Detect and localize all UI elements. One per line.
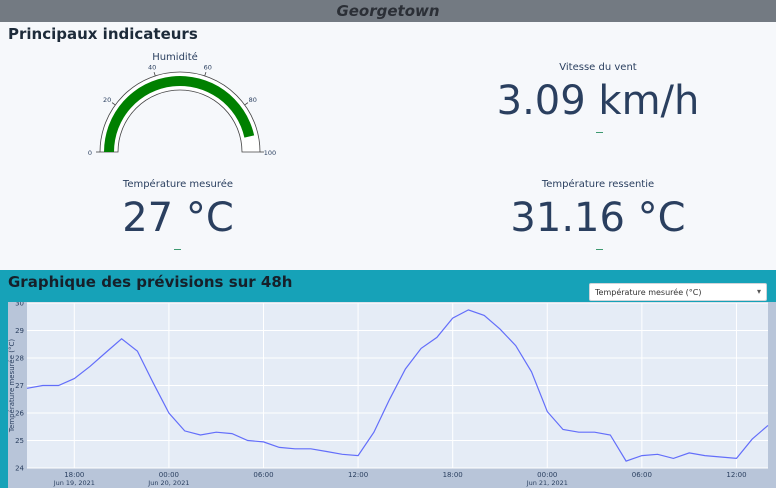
gauge-tick — [204, 71, 207, 77]
x-tick-label: 12:00 — [726, 471, 746, 479]
x-tick-label: 00:00 — [537, 471, 557, 479]
forecast-chart[interactable]: 2425262728293018:00Jun 19, 202100:00Jun … — [8, 302, 776, 488]
x-tick-date: Jun 20, 2021 — [147, 479, 189, 487]
gauge-tick-label: 20 — [103, 96, 111, 104]
city-name: Georgetown — [336, 2, 440, 20]
gauge-tick-label: 80 — [249, 96, 257, 104]
forecast-title: Graphique des prévisions sur 48h — [8, 273, 293, 291]
x-tick-label: 06:00 — [632, 471, 652, 479]
y-tick-label: 29 — [15, 327, 24, 335]
gauge-tick-label: 0 — [88, 149, 92, 157]
y-tick-label: 28 — [15, 355, 24, 363]
indicators-panel: Principaux indicateurs Humidité 0 20 40 60 8… — [0, 22, 776, 270]
x-tick-label: 06:00 — [253, 471, 273, 479]
city-header: Georgetown — [0, 0, 776, 22]
gauge-tick-label: 40 — [148, 63, 156, 71]
y-axis-title: Température mesurée (°C) — [8, 339, 16, 433]
y-tick-label: 30 — [15, 302, 24, 308]
temp-felt-delta — [596, 249, 603, 250]
wind-delta — [596, 132, 603, 133]
y-tick-label: 25 — [15, 437, 24, 445]
wind-label: Vitesse du vent — [559, 62, 637, 73]
x-tick-label: 12:00 — [348, 471, 368, 479]
y-tick-label: 26 — [15, 410, 24, 418]
x-tick-label: 00:00 — [159, 471, 179, 479]
x-tick-label: 18:00 — [64, 471, 84, 479]
y-tick-label: 27 — [15, 382, 24, 390]
temp-measured-label: Température mesurée — [122, 179, 234, 190]
y-tick-label: 24 — [15, 465, 24, 473]
humidity-gauge: 0 20 40 60 80 100 — [88, 63, 276, 157]
gauge-tick-label: 60 — [204, 63, 212, 71]
x-tick-date: Jun 21, 2021 — [526, 479, 568, 487]
gauge-tick — [244, 102, 249, 106]
indicators-title: Principaux indicateurs — [8, 25, 198, 43]
wind-value: 3.09 km/h — [496, 78, 700, 124]
variable-dropdown-value: Température mesurée (°C) — [595, 288, 702, 297]
chevron-down-icon: ▾ — [756, 287, 761, 296]
gauge-tick — [111, 102, 116, 106]
gauge-tick — [153, 71, 156, 77]
temp-measured-delta — [174, 249, 181, 250]
x-tick-label: 18:00 — [443, 471, 463, 479]
temp-felt-value: 31.16 °C — [510, 195, 686, 241]
temp-measured-value: 27 °C — [122, 195, 234, 241]
temp-felt-label: Température ressentie — [541, 179, 655, 190]
x-tick-date: Jun 19, 2021 — [53, 479, 95, 487]
variable-dropdown[interactable]: Température mesurée (°C) ▾ — [589, 283, 767, 301]
gauge-tick-label: 100 — [264, 149, 276, 157]
